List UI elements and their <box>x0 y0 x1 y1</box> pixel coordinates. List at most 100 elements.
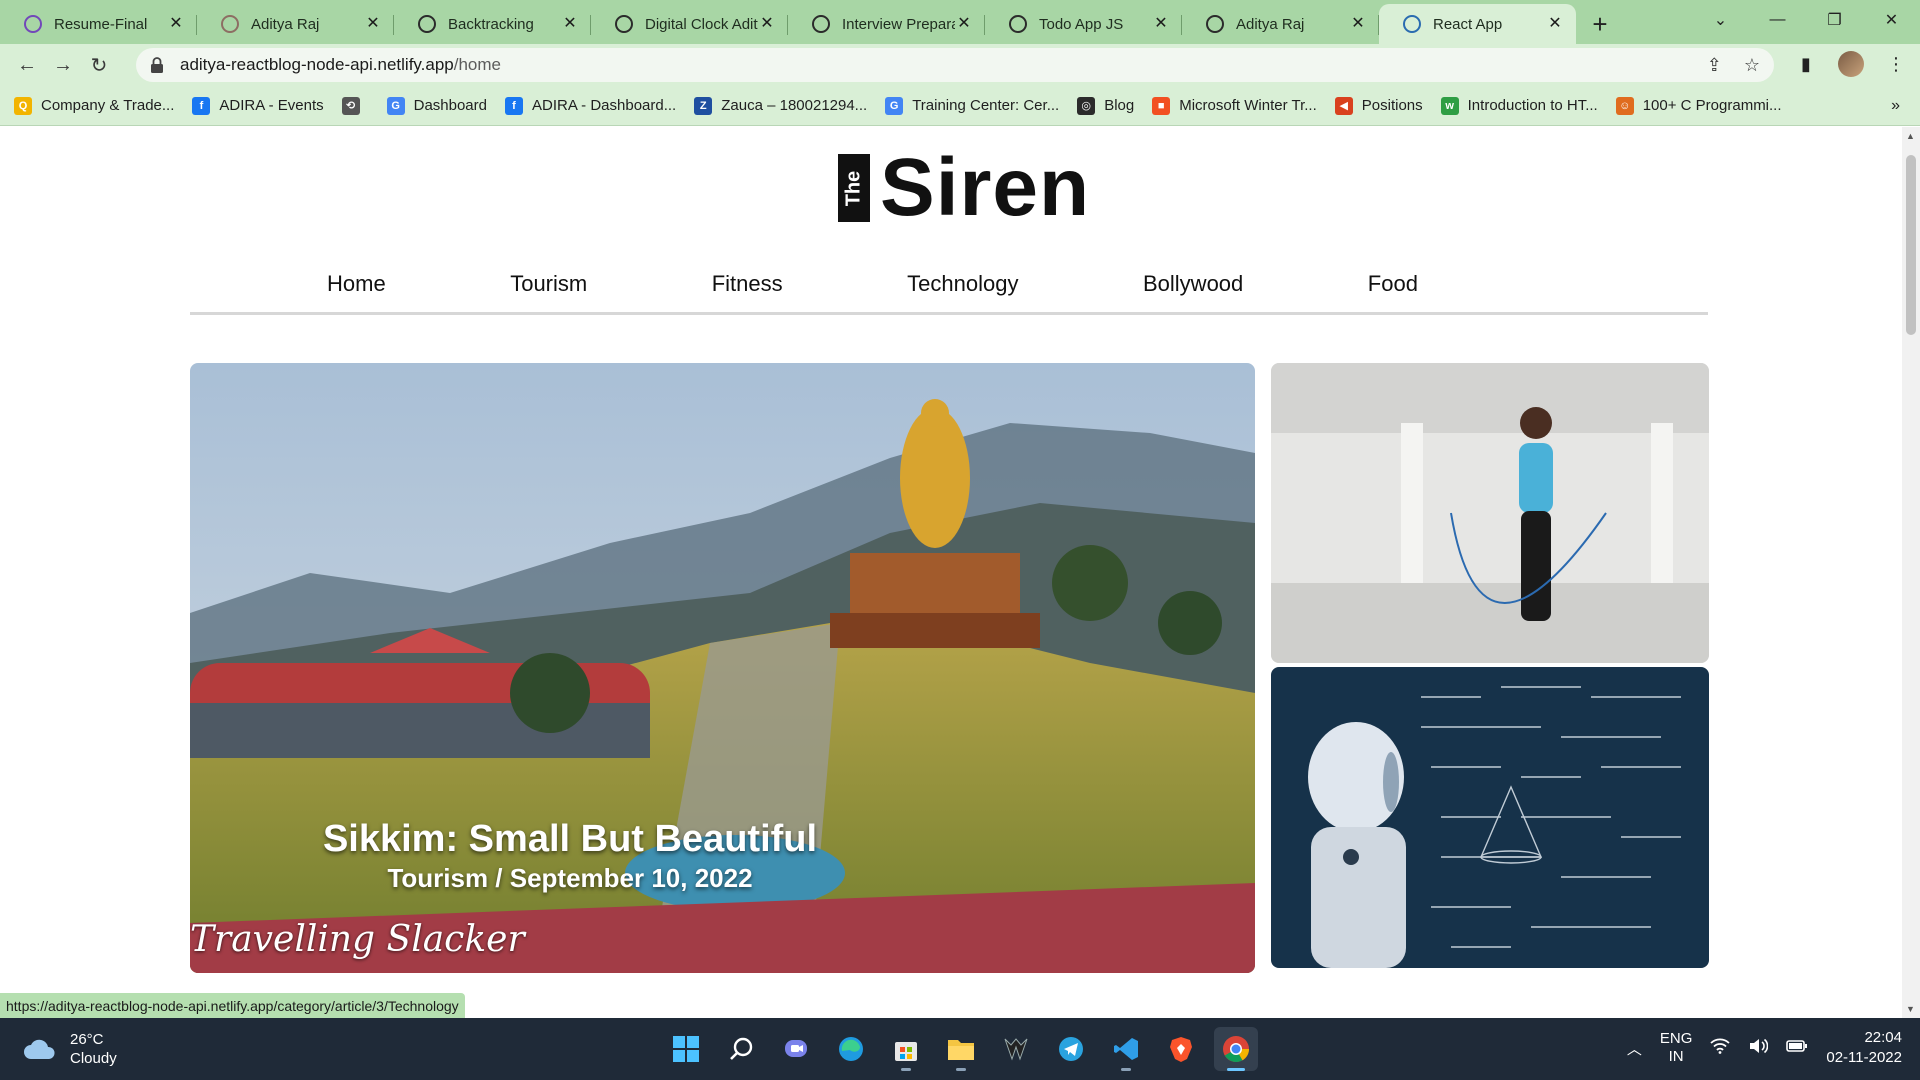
bookmark-list: Q Company & Trade... f ADIRA - Events ⟲ G Dash… <box>14 96 1800 115</box>
browser-tab[interactable]: React App ✕ <box>1379 4 1576 44</box>
status-bar-url: https://aditya-reactblog-node-api.netlif… <box>0 993 465 1018</box>
nav-link-tourism[interactable]: Tourism <box>510 271 587 297</box>
search-icon[interactable] <box>719 1027 763 1071</box>
restore-icon[interactable]: ❐ <box>1806 0 1863 40</box>
teams-chat-icon[interactable] <box>774 1027 818 1071</box>
start-icon[interactable] <box>664 1027 708 1071</box>
browser-tab[interactable]: Resume-Final ✕ <box>0 4 197 44</box>
browser-tab[interactable]: Backtracking ✕ <box>394 4 591 44</box>
main-navigation: Home Tourism Fitness Technology Bollywood Foo… <box>190 255 1708 315</box>
weather-widget[interactable]: 26°C Cloudy <box>22 1030 117 1068</box>
browser-tab[interactable]: Digital Clock Aditya✕ <box>591 4 788 44</box>
bookmark-item[interactable]: ◀ Positions <box>1334 96 1423 115</box>
url-path: /home <box>453 55 501 74</box>
nav-link-technology[interactable]: Technology <box>907 271 1018 297</box>
tab-close-icon[interactable]: ✕ <box>167 15 185 33</box>
close-window-icon[interactable]: ✕ <box>1863 0 1920 40</box>
bookmark-item[interactable]: G Dashboard <box>386 96 487 115</box>
fitness-image <box>1271 363 1709 663</box>
language-indicator[interactable]: ENG IN <box>1660 1030 1693 1066</box>
bookmark-item[interactable]: ⟲ <box>341 96 369 115</box>
back-icon[interactable]: ← <box>10 48 44 82</box>
bookmark-item[interactable]: Q Company & Trade... <box>14 96 174 115</box>
facebook-icon: f <box>505 96 523 115</box>
profile-avatar[interactable] <box>1838 51 1864 77</box>
page-scrollbar[interactable]: ▲ ▼ <box>1902 127 1920 1018</box>
bookmark-item[interactable]: Z Zauca – 180021294... <box>694 96 867 115</box>
tab-close-icon[interactable]: ✕ <box>1546 15 1564 33</box>
tab-close-icon[interactable]: ✕ <box>364 15 382 33</box>
tab-title: Resume-Final <box>54 15 148 33</box>
url-host: aditya-reactblog-node-api.netlify.app <box>180 55 454 74</box>
technology-article-card[interactable] <box>1271 667 1709 968</box>
nav-link-bollywood[interactable]: Bollywood <box>1143 271 1243 297</box>
edge-icon[interactable] <box>829 1027 873 1071</box>
tab-search-icon[interactable]: ⌄ <box>1692 0 1749 40</box>
bookmark-item[interactable]: ■ Microsoft Winter Tr... <box>1152 96 1317 115</box>
fitness-article-card[interactable] <box>1271 363 1709 663</box>
nav-link-fitness[interactable]: Fitness <box>712 271 783 297</box>
menu-kebab-icon[interactable]: ⋮ <box>1882 50 1910 78</box>
bookmark-item[interactable]: ☺ 100+ C Programmi... <box>1615 96 1782 115</box>
address-bar[interactable]: aditya-reactblog-node-api.netlify.app/ho… <box>136 48 1774 82</box>
bookmark-item[interactable]: f ADIRA - Events <box>192 96 324 115</box>
scroll-up-icon[interactable]: ▲ <box>1906 131 1915 141</box>
tab-close-icon[interactable]: ✕ <box>758 15 776 33</box>
side-panel-icon[interactable]: ▮ <box>1792 50 1820 78</box>
chrome-icon[interactable] <box>1214 1027 1258 1071</box>
tab-close-icon[interactable]: ✕ <box>955 15 973 33</box>
vscode-icon[interactable] <box>1104 1027 1148 1071</box>
store-icon[interactable] <box>884 1027 928 1071</box>
volume-icon[interactable] <box>1748 1037 1769 1059</box>
globe-icon: ◎ <box>1077 96 1096 115</box>
minimize-icon[interactable]: — <box>1749 0 1806 40</box>
scroll-down-icon[interactable]: ▼ <box>1906 1004 1915 1014</box>
forward-icon[interactable]: → <box>46 48 80 82</box>
region-code: IN <box>1668 1048 1684 1065</box>
brave-icon[interactable] <box>1159 1027 1203 1071</box>
bookmark-label: Microsoft Winter Tr... <box>1179 97 1317 114</box>
tab-title: Digital Clock Aditya <box>645 15 758 33</box>
clock[interactable]: 22:04 02-11-2022 <box>1826 1028 1902 1068</box>
battery-icon[interactable] <box>1786 1039 1808 1057</box>
bookmark-label: Training Center: Cer... <box>912 97 1060 114</box>
system-tray: ︿ ENG IN 22:04 02-11-2022 <box>1627 1028 1902 1068</box>
browser-tab[interactable]: Todo App JS ✕ <box>985 4 1182 44</box>
tab-close-icon[interactable]: ✕ <box>561 15 579 33</box>
weather-temperature: 26°C <box>70 1031 104 1048</box>
tab-close-icon[interactable]: ✕ <box>1152 15 1170 33</box>
scrollbar-thumb[interactable] <box>1906 155 1916 335</box>
lock-icon[interactable] <box>150 57 164 73</box>
hero-article-card[interactable]: Sikkim: Small But Beautiful Tourism / Se… <box>190 363 1255 973</box>
bookmark-item[interactable]: G Training Center: Cer... <box>885 96 1060 115</box>
technology-image <box>1271 667 1709 968</box>
browser-tab[interactable]: Aditya Raj ✕ <box>197 4 394 44</box>
share-icon[interactable]: ⇪ <box>1707 55 1722 76</box>
chevron-up-icon[interactable]: ︿ <box>1627 1038 1642 1059</box>
image-watermark: Travelling Slacker <box>190 919 525 960</box>
reload-icon[interactable]: ↻ <box>82 48 116 82</box>
gaming-app-icon[interactable] <box>994 1027 1038 1071</box>
bookmark-item[interactable]: ◎ Blog <box>1077 96 1134 115</box>
site-logo[interactable]: The Siren <box>838 147 1090 229</box>
bookmark-label: ADIRA - Events <box>219 97 324 114</box>
browser-tab[interactable]: Interview Preparation✕ <box>788 4 985 44</box>
bookmark-item[interactable]: w Introduction to HT... <box>1440 96 1598 115</box>
browser-tab[interactable]: Aditya Raj ✕ <box>1182 4 1379 44</box>
language-code: ENG <box>1659 1030 1693 1047</box>
history-icon: ⟲ <box>341 96 360 115</box>
new-tab-button[interactable]: + <box>1580 4 1620 44</box>
globe-icon <box>615 15 633 33</box>
hero-article-title[interactable]: Sikkim: Small But Beautiful <box>190 818 950 861</box>
file-explorer-icon[interactable] <box>939 1027 983 1071</box>
bookmarks-overflow-icon[interactable]: » <box>1891 97 1900 115</box>
w3-icon: w <box>1440 96 1459 115</box>
bookmark-item[interactable]: f ADIRA - Dashboard... <box>505 96 676 115</box>
nav-link-food[interactable]: Food <box>1368 271 1418 297</box>
nav-link-home[interactable]: Home <box>327 271 386 297</box>
tab-title: Todo App JS <box>1039 15 1124 33</box>
telegram-icon[interactable] <box>1049 1027 1093 1071</box>
tab-close-icon[interactable]: ✕ <box>1349 15 1367 33</box>
bookmark-star-icon[interactable]: ☆ <box>1744 55 1760 76</box>
wifi-icon[interactable] <box>1710 1038 1730 1058</box>
